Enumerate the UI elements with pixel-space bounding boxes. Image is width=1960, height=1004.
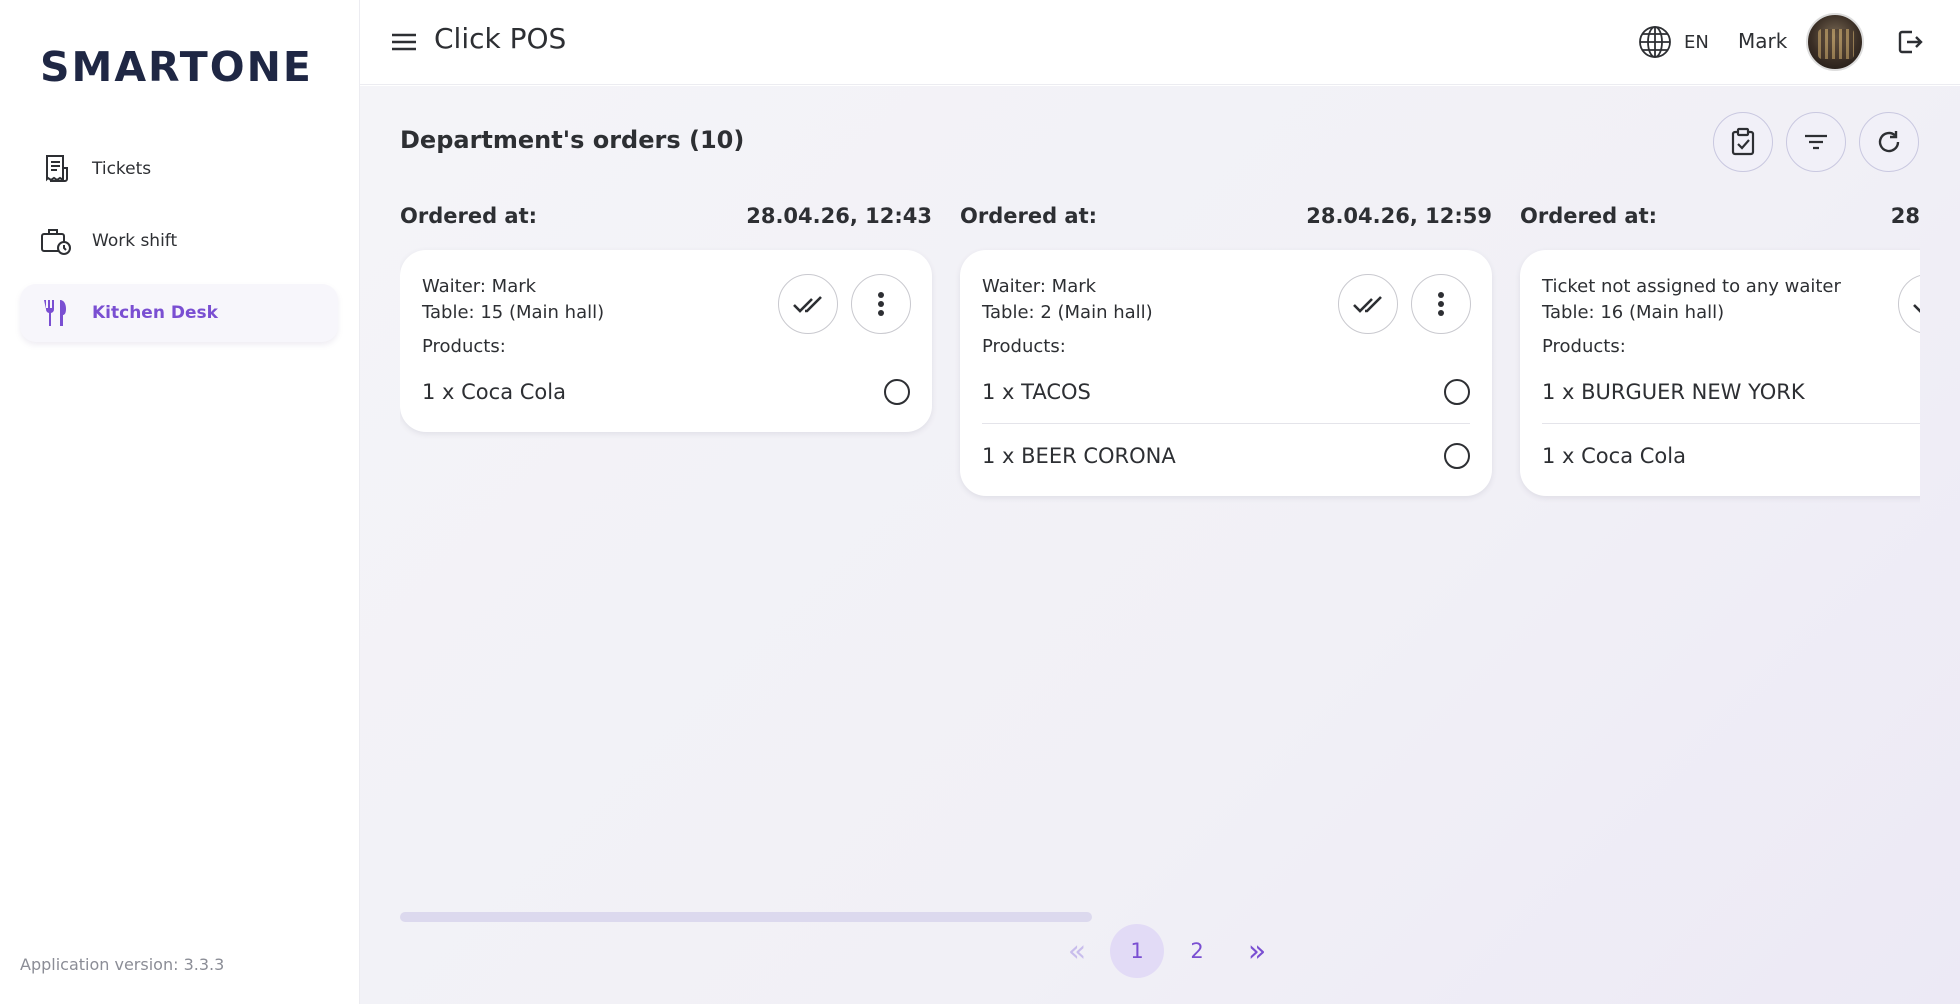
ordered-at-label: Ordered at: bbox=[400, 204, 538, 228]
clipboard-check-icon bbox=[1731, 127, 1755, 156]
sidebar-nav: Tickets Work shift Kitchen Desk bbox=[20, 140, 338, 356]
page-title: Department's orders (10) bbox=[400, 126, 745, 154]
product-row: 1 x BURGUER NEW YORK bbox=[1542, 360, 1920, 424]
pagination: « 1 2 » bbox=[1050, 924, 1290, 978]
products-label: Products: bbox=[1542, 336, 1626, 357]
more-options-button[interactable] bbox=[851, 274, 911, 334]
products-label: Products: bbox=[982, 336, 1066, 357]
sidebar-item-label: Tickets bbox=[92, 159, 152, 179]
double-check-icon bbox=[1353, 296, 1382, 313]
main-content: Department's orders (10) Ordered at: 28.… bbox=[360, 86, 1960, 1004]
more-options-button[interactable] bbox=[1411, 274, 1471, 334]
page-button-1[interactable]: 1 bbox=[1110, 924, 1164, 978]
briefcase-clock-icon bbox=[40, 225, 72, 257]
sidebar-item-tickets[interactable]: Tickets bbox=[20, 140, 338, 198]
page-button-2[interactable]: 2 bbox=[1170, 924, 1224, 978]
order-card: Waiter: Mark Table: 15 (Main hall) Produ… bbox=[400, 250, 932, 432]
checklist-button[interactable] bbox=[1713, 112, 1773, 172]
product-name: 1 x TACOS bbox=[982, 379, 1091, 404]
product-done-radio[interactable] bbox=[884, 379, 910, 405]
filter-button[interactable] bbox=[1786, 112, 1846, 172]
fork-knife-icon bbox=[40, 297, 72, 329]
product-name: 1 x BURGUER NEW YORK bbox=[1542, 379, 1805, 404]
orders-list[interactable]: Ordered at: 28.04.26, 12:43 Waiter: Mark… bbox=[400, 204, 1920, 704]
filter-icon bbox=[1805, 134, 1827, 150]
products-label: Products: bbox=[422, 336, 506, 357]
product-row: 1 x Coca Cola bbox=[1542, 424, 1920, 488]
double-check-icon bbox=[793, 296, 822, 313]
waiter-name: Ticket not assigned to any waiter bbox=[1542, 276, 1841, 297]
sidebar-item-work-shift[interactable]: Work shift bbox=[20, 212, 338, 270]
hamburger-menu-icon[interactable] bbox=[390, 28, 418, 56]
prev-page-button[interactable]: « bbox=[1050, 924, 1104, 978]
order-card: Ticket not assigned to any waiter Table:… bbox=[1520, 250, 1920, 496]
avatar[interactable] bbox=[1806, 13, 1864, 71]
order-column: Ordered at: 28.04.26, 12:59 Waiter: Mark… bbox=[960, 204, 1492, 496]
user-name: Mark bbox=[1738, 29, 1788, 53]
ordered-at-label: Ordered at: bbox=[960, 204, 1098, 228]
mark-all-done-button[interactable] bbox=[1338, 274, 1398, 334]
more-vertical-icon bbox=[878, 292, 884, 316]
sidebar-item-kitchen-desk[interactable]: Kitchen Desk bbox=[20, 284, 338, 342]
more-vertical-icon bbox=[1438, 292, 1444, 316]
logout-icon[interactable] bbox=[1896, 28, 1924, 56]
product-done-radio[interactable] bbox=[1444, 443, 1470, 469]
next-page-button[interactable]: » bbox=[1230, 924, 1284, 978]
table-info: Table: 16 (Main hall) bbox=[1542, 302, 1725, 323]
order-column: Ordered at: 28 Ticket not assigned to an… bbox=[1520, 204, 1920, 496]
order-header: Ordered at: 28.04.26, 12:59 bbox=[960, 204, 1492, 240]
product-row: 1 x TACOS bbox=[982, 360, 1470, 424]
horizontal-scrollbar[interactable] bbox=[400, 912, 1092, 922]
order-card: Waiter: Mark Table: 2 (Main hall) Produc… bbox=[960, 250, 1492, 496]
double-check-icon bbox=[1913, 304, 1920, 313]
product-name: 1 x Coca Cola bbox=[422, 380, 566, 404]
refresh-icon bbox=[1878, 131, 1900, 153]
order-header: Ordered at: 28 bbox=[1520, 204, 1920, 240]
app-version: Application version: 3.3.3 bbox=[20, 955, 225, 974]
order-column: Ordered at: 28.04.26, 12:43 Waiter: Mark… bbox=[400, 204, 932, 432]
logo[interactable]: SMARTONE bbox=[40, 42, 313, 92]
order-time: 28.04.26, 12:43 bbox=[746, 204, 932, 228]
top-bar: Click POS EN Mark bbox=[360, 0, 1960, 85]
language-code: EN bbox=[1684, 31, 1709, 53]
ordered-at-label: Ordered at: bbox=[1520, 204, 1658, 228]
sidebar: SMARTONE Tickets Work shift Kitchen Desk… bbox=[0, 0, 360, 1004]
sidebar-item-label: Work shift bbox=[92, 231, 178, 251]
product-row: 1 x BEER CORONA bbox=[982, 424, 1470, 488]
order-time: 28.04.26, 12:59 bbox=[1306, 204, 1492, 228]
logo-text: SMARTONE bbox=[40, 43, 313, 91]
product-done-radio[interactable] bbox=[1444, 378, 1470, 405]
language-selector[interactable]: EN bbox=[1638, 25, 1709, 59]
app-title: Click POS bbox=[434, 22, 567, 55]
mark-all-done-button[interactable] bbox=[778, 274, 838, 334]
sidebar-item-label: Kitchen Desk bbox=[92, 303, 218, 323]
order-time: 28 bbox=[1890, 204, 1920, 228]
order-header: Ordered at: 28.04.26, 12:43 bbox=[400, 204, 932, 240]
globe-icon bbox=[1639, 26, 1671, 58]
refresh-button[interactable] bbox=[1859, 112, 1919, 172]
product-name: 1 x Coca Cola bbox=[1542, 444, 1686, 468]
product-row: 1 x Coca Cola bbox=[422, 360, 910, 424]
product-name: 1 x BEER CORONA bbox=[982, 444, 1176, 468]
receipt-icon bbox=[40, 153, 72, 185]
